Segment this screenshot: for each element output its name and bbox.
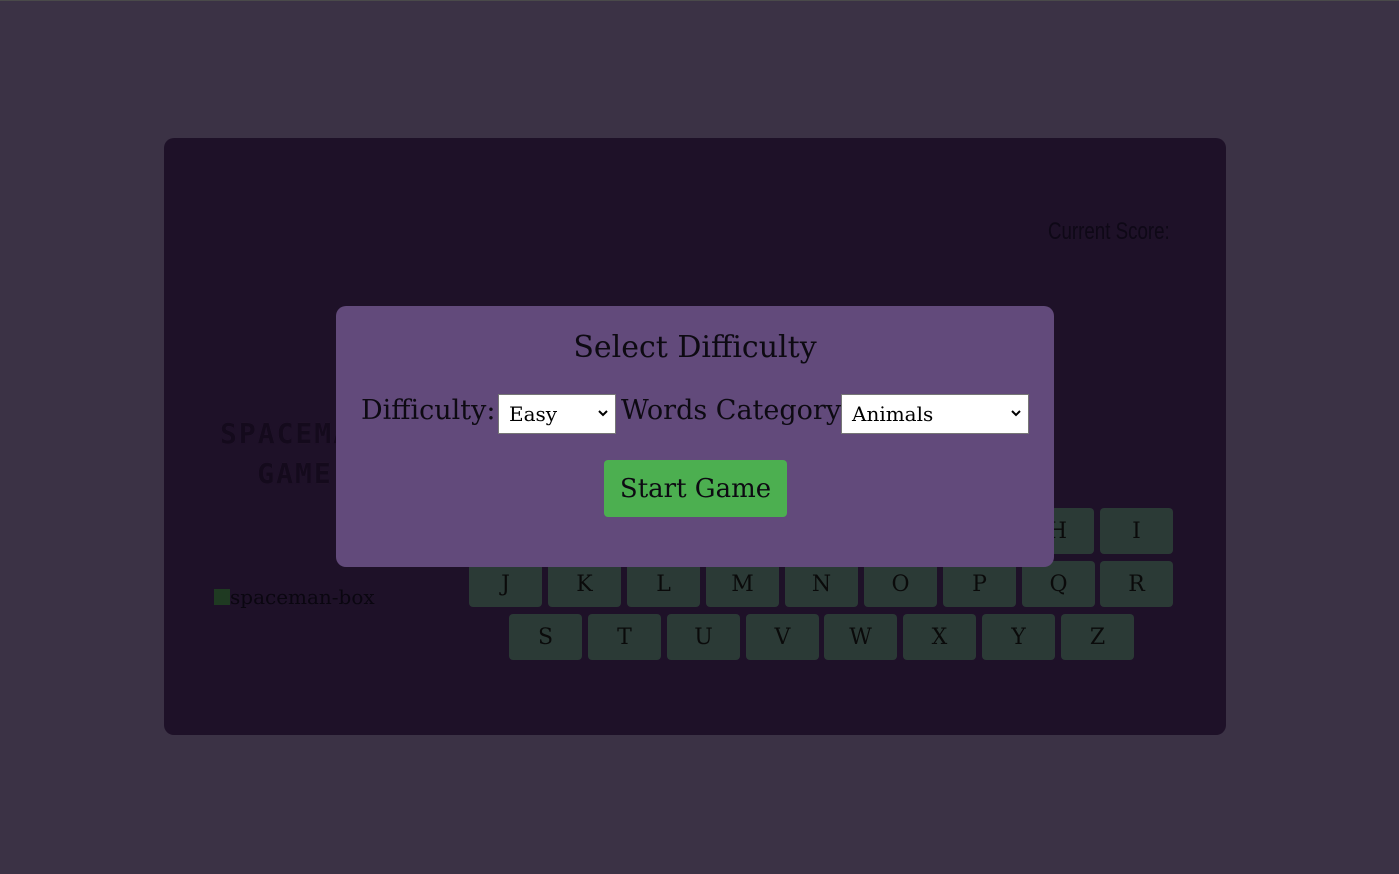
- broken-image-icon: [214, 589, 230, 605]
- key-label: Y: [1011, 624, 1026, 650]
- window-top-border: [0, 0, 1399, 1]
- key-label: P: [972, 571, 987, 597]
- key-o[interactable]: O: [864, 561, 937, 607]
- key-label: V: [774, 624, 791, 650]
- spaceman-image: spaceman-box: [214, 585, 375, 609]
- key-r[interactable]: R: [1100, 561, 1173, 607]
- key-u[interactable]: U: [667, 614, 740, 660]
- key-p[interactable]: P: [943, 561, 1016, 607]
- start-game-button[interactable]: Start Game: [604, 460, 787, 517]
- key-label: Z: [1089, 624, 1106, 650]
- key-label: N: [811, 571, 832, 597]
- key-v[interactable]: V: [746, 614, 819, 660]
- key-label: I: [1132, 518, 1141, 544]
- key-label: K: [576, 571, 593, 597]
- difficulty-label: Difficulty:: [361, 395, 496, 426]
- words-category-label: Words Category:: [621, 395, 851, 426]
- spaceman-image-alt: spaceman-box: [230, 585, 375, 609]
- key-label: U: [694, 624, 713, 650]
- current-score-label: Current Score:: [1048, 218, 1170, 245]
- modal-title: Select Difficulty: [573, 330, 817, 365]
- key-z[interactable]: Z: [1061, 614, 1134, 660]
- key-q[interactable]: Q: [1022, 561, 1095, 607]
- key-label: S: [537, 624, 554, 650]
- key-j[interactable]: J: [469, 561, 542, 607]
- key-label: Q: [1049, 571, 1068, 597]
- key-label: J: [501, 571, 510, 597]
- key-label: O: [891, 571, 910, 597]
- key-t[interactable]: T: [588, 614, 661, 660]
- key-i[interactable]: I: [1100, 508, 1173, 554]
- key-label: L: [656, 571, 671, 597]
- key-k[interactable]: K: [548, 561, 621, 607]
- key-label: T: [617, 624, 632, 650]
- words-category-select[interactable]: Animals: [841, 394, 1029, 434]
- key-l[interactable]: L: [627, 561, 700, 607]
- difficulty-select[interactable]: Easy: [498, 394, 616, 434]
- key-m[interactable]: M: [706, 561, 779, 607]
- chevron-down-icon: [598, 410, 608, 417]
- key-y[interactable]: Y: [982, 614, 1055, 660]
- key-label: R: [1128, 571, 1145, 597]
- words-category-select-value: Animals: [852, 402, 934, 426]
- key-n[interactable]: N: [785, 561, 858, 607]
- chevron-down-icon: [1011, 410, 1021, 417]
- key-label: W: [849, 624, 872, 650]
- key-x[interactable]: X: [903, 614, 976, 660]
- key-label: M: [731, 571, 754, 597]
- difficulty-select-value: Easy: [509, 402, 558, 426]
- key-label: X: [931, 624, 948, 650]
- key-w[interactable]: W: [824, 614, 897, 660]
- key-s[interactable]: S: [509, 614, 582, 660]
